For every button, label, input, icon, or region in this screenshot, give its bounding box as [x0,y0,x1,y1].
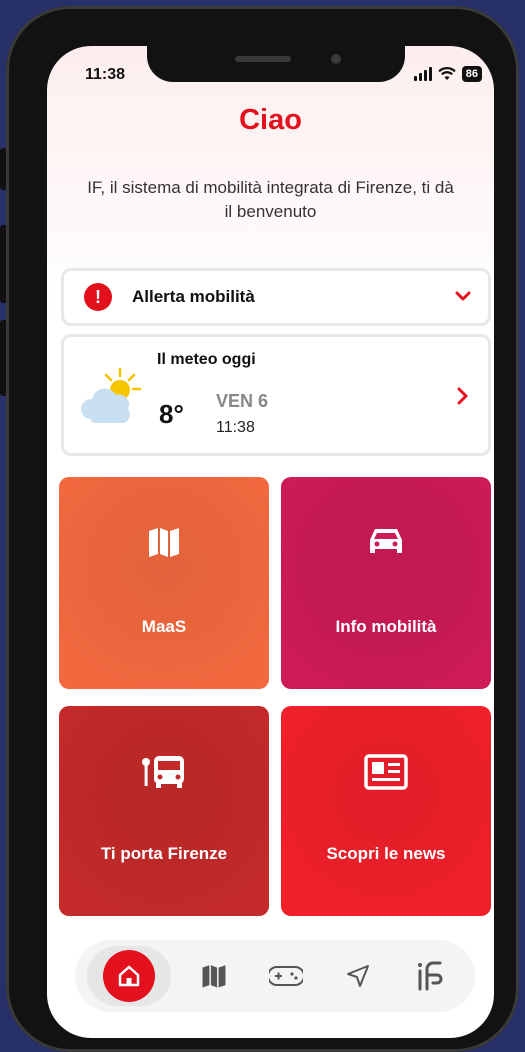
tile-label: Ti porta Firenze [100,844,228,863]
tile-label: Scopri le news [326,844,446,863]
gamepad-icon [268,966,303,986]
cellular-signal-icon [413,67,432,81]
status-time: 11:38 [85,66,126,83]
navigation-arrow-icon [346,965,369,987]
mobility-alert-card[interactable]: ! Allerta mobilità [61,268,491,326]
wifi-icon [437,67,456,80]
tile-scopri-le-news[interactable]: Scopri le news [281,706,491,916]
home-icon [102,950,155,1002]
tab-if[interactable] [401,948,457,1004]
tile-label: MaaS [141,617,187,636]
chevron-right-icon[interactable] [452,385,472,407]
tile-decoration [59,706,269,916]
tab-navigate[interactable] [330,948,386,1004]
tab-map[interactable] [186,948,242,1004]
weather-day: VEN 6 [216,391,269,411]
status-indicators: 86 [413,66,482,82]
tile-label: Info mobilità [335,617,437,636]
bus-stop-icon [140,754,188,795]
tab-games[interactable] [258,948,314,1004]
partly-cloudy-icon [80,367,142,423]
weather-time: 11:38 [216,419,255,436]
exclamation-icon: ! [84,283,112,311]
map-icon [202,965,226,988]
speaker [235,56,291,62]
chevron-down-icon[interactable] [452,285,474,307]
welcome-subtitle: IF, il sistema di mobilità integrata di … [87,178,454,221]
bottom-tab-bar [75,940,475,1012]
tab-home[interactable] [86,946,171,1006]
tile-ti-porta-firenze[interactable]: Ti porta Firenze [59,706,269,916]
tile-maas[interactable]: MaaS [59,477,269,689]
tile-info-mobilita[interactable]: Info mobilità [281,477,491,689]
notch [147,46,405,82]
tile-decoration [281,477,491,689]
app-screen: 11:38 86 Ciao IF, il sistema di mobilità… [47,46,494,1038]
if-logo-icon [418,961,443,991]
newspaper-icon [364,754,408,795]
battery-indicator: 86 [461,66,482,82]
front-camera [331,54,341,64]
tile-decoration [281,706,491,916]
phone-frame: 11:38 86 Ciao IF, il sistema di mobilità… [6,6,519,1052]
weather-card[interactable]: Il meteo oggi 8° VEN 6 11:38 [61,334,491,456]
weather-title: Il meteo oggi [157,351,256,368]
alert-label: Allerta mobilità [132,287,255,306]
map-icon [147,525,181,564]
car-icon [366,525,406,564]
tile-decoration [59,477,269,689]
weather-temperature: 8° [159,399,184,429]
greeting-title: Ciao [239,104,302,136]
